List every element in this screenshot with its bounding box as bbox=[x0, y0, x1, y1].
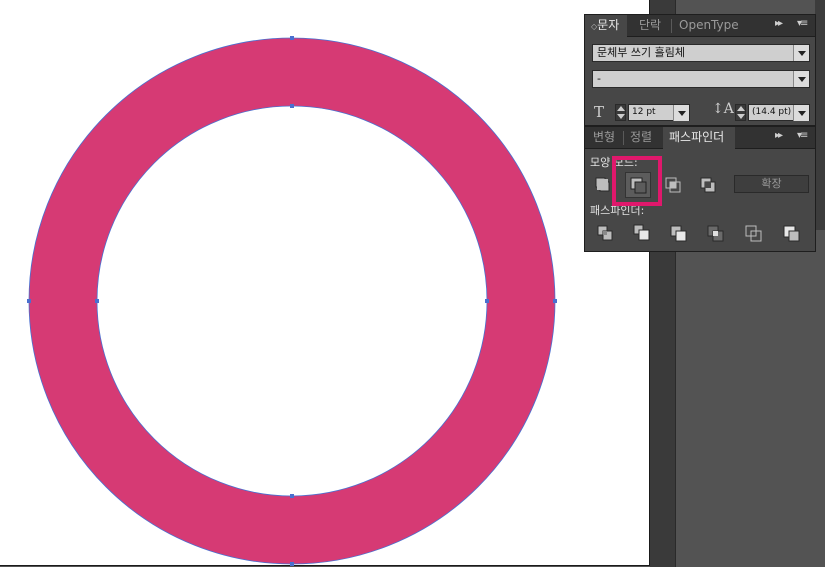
outline-icon bbox=[745, 225, 762, 242]
character-panel-tabbar: ◇문자 단락 OpenType ▸▸ ▾≡ bbox=[585, 15, 815, 37]
highlight-annotation bbox=[612, 156, 662, 206]
exclude-icon bbox=[700, 177, 716, 193]
chevron-down-icon[interactable] bbox=[793, 105, 809, 121]
chevron-down-icon[interactable] bbox=[673, 105, 689, 121]
font-style-dropdown[interactable]: - bbox=[592, 70, 810, 88]
unite-icon bbox=[595, 177, 610, 192]
leading-value: (14.4 pt) bbox=[752, 107, 792, 117]
exclude-button[interactable] bbox=[697, 173, 719, 195]
divide-icon bbox=[597, 225, 613, 241]
font-family-dropdown[interactable]: 문체부 쓰기 흘림체 bbox=[592, 44, 810, 62]
anchor-point-top-outer[interactable] bbox=[290, 36, 294, 40]
pathfinder-panel-tabbar: 변형 정렬 패스파인더 ▸▸ ▾≡ bbox=[585, 127, 815, 149]
outline-button[interactable] bbox=[743, 222, 765, 244]
intersect-icon bbox=[665, 177, 681, 193]
font-size-icon: T bbox=[594, 103, 605, 121]
font-size-stepper[interactable] bbox=[615, 104, 626, 121]
leading-icon: ↕A bbox=[712, 101, 734, 117]
leading-input[interactable]: (14.4 pt) bbox=[748, 104, 810, 121]
character-panel: ◇문자 단락 OpenType ▸▸ ▾≡ 문체부 쓰기 흘림체 - T 12 … bbox=[584, 14, 816, 126]
intersect-button[interactable] bbox=[662, 173, 684, 195]
anchor-point-bottom-outer[interactable] bbox=[290, 562, 294, 566]
right-edge-strip bbox=[815, 0, 825, 230]
tab-pathfinder[interactable]: 패스파인더 bbox=[663, 127, 735, 149]
merge-icon bbox=[670, 225, 687, 242]
font-size-value: 12 pt bbox=[632, 107, 656, 117]
tab-transform[interactable]: 변형 bbox=[587, 127, 621, 148]
artboard[interactable] bbox=[0, 0, 650, 566]
collapse-panel-icon[interactable]: ▸▸ bbox=[775, 130, 783, 141]
tab-align[interactable]: 정렬 bbox=[624, 127, 658, 148]
font-style-value: - bbox=[597, 72, 601, 85]
panel-menu-icon[interactable]: ▾≡ bbox=[797, 130, 808, 141]
minus-back-icon bbox=[783, 225, 800, 242]
anchor-point-left-outer[interactable] bbox=[27, 299, 31, 303]
anchor-point-right-inner[interactable] bbox=[485, 299, 489, 303]
trim-icon bbox=[633, 224, 650, 241]
divide-button[interactable] bbox=[595, 222, 617, 244]
anchor-point-top-inner[interactable] bbox=[290, 104, 294, 108]
compound-ring-shape[interactable] bbox=[28, 37, 556, 565]
crop-button[interactable] bbox=[705, 222, 727, 244]
anchor-point-right-outer[interactable] bbox=[553, 299, 557, 303]
collapse-panel-icon[interactable]: ▸▸ bbox=[775, 18, 783, 29]
canvas[interactable] bbox=[0, 0, 650, 566]
chevron-down-icon[interactable] bbox=[793, 71, 809, 87]
anchor-point-left-inner[interactable] bbox=[95, 299, 99, 303]
chevron-down-icon[interactable] bbox=[793, 45, 809, 61]
leading-stepper[interactable] bbox=[735, 104, 746, 121]
tab-paragraph[interactable]: 단락 bbox=[633, 15, 667, 36]
minus-back-button[interactable] bbox=[781, 222, 803, 244]
panel-menu-icon[interactable]: ▾≡ bbox=[797, 18, 808, 29]
crop-icon bbox=[707, 225, 724, 242]
tab-opentype[interactable]: OpenType bbox=[673, 15, 745, 36]
unite-button[interactable] bbox=[592, 173, 614, 195]
trim-button[interactable] bbox=[631, 222, 653, 244]
font-size-input[interactable]: 12 pt bbox=[628, 104, 690, 121]
merge-button[interactable] bbox=[668, 222, 690, 244]
expand-button[interactable]: 확장 bbox=[734, 175, 809, 193]
font-family-value: 문체부 쓰기 흘림체 bbox=[597, 46, 685, 59]
tab-character[interactable]: ◇문자 bbox=[585, 15, 627, 37]
tab-separator bbox=[671, 19, 672, 33]
anchor-point-bottom-inner[interactable] bbox=[290, 494, 294, 498]
